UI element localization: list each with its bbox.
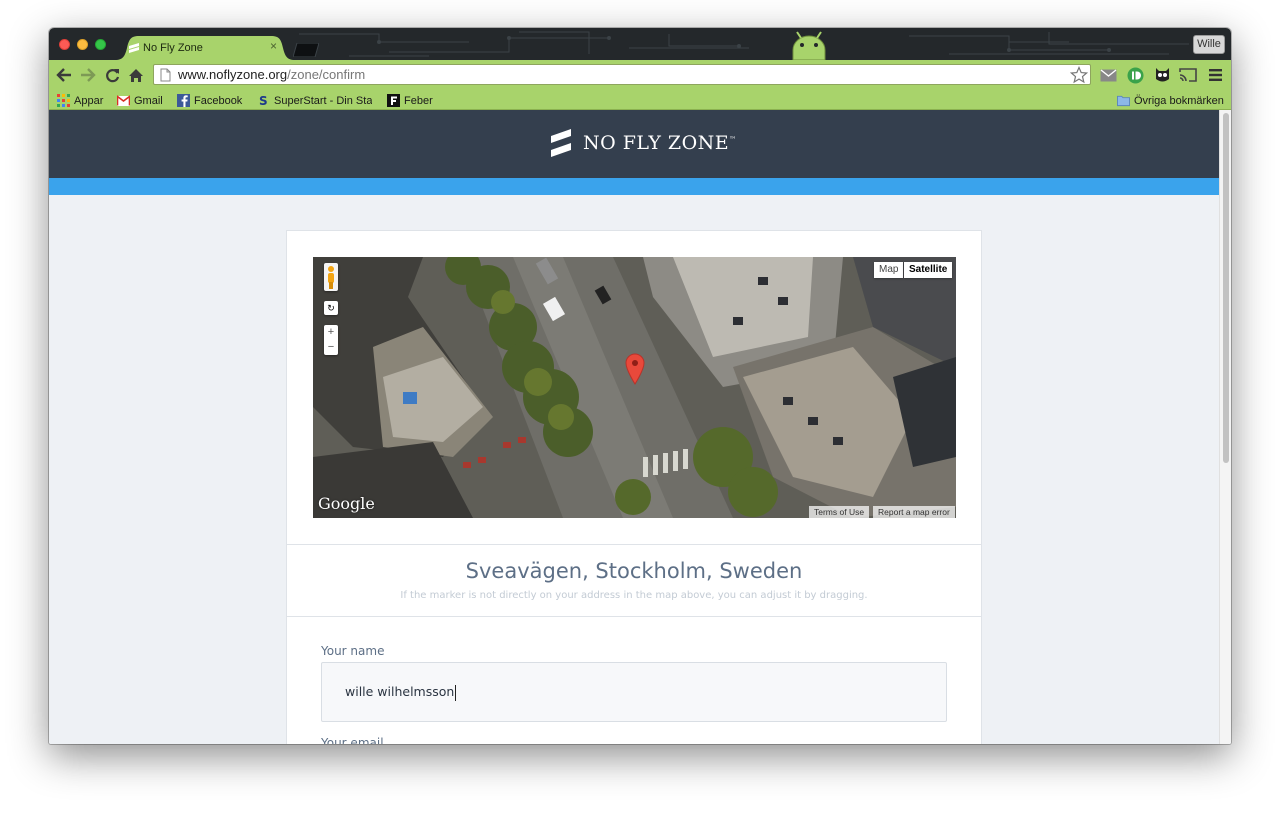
android-theme-icon: [792, 31, 826, 60]
tab-title: No Fly Zone: [143, 42, 203, 54]
bookmark-superstart[interactable]: S SuperStart - Din Sta: [257, 93, 372, 108]
superstart-icon: S: [259, 94, 268, 107]
map-type-map-button[interactable]: Map: [874, 262, 904, 278]
reload-button[interactable]: [102, 65, 122, 85]
name-label: Your name: [321, 644, 385, 658]
site-header: NO FLY ZONE™: [49, 110, 1219, 178]
tab-close-icon[interactable]: ×: [270, 39, 277, 53]
forward-button[interactable]: [78, 65, 98, 85]
satellite-map[interactable]: ↻ + − Map Satellite Google Terms of Use …: [313, 257, 956, 518]
maximize-window-button[interactable]: [95, 39, 106, 50]
address-bar[interactable]: www.noflyzone.org/zone/confirm: [153, 64, 1091, 85]
facebook-icon: [177, 94, 190, 107]
bookmark-star-icon[interactable]: [1070, 66, 1088, 84]
bookmark-label: SuperStart - Din Sta: [274, 94, 372, 107]
back-button[interactable]: [54, 65, 74, 85]
logo-text: NO FLY ZONE™: [583, 132, 737, 154]
location-marker-icon[interactable]: [625, 353, 645, 385]
svg-text:S: S: [259, 94, 268, 107]
url-host: www.noflyzone.org: [178, 67, 288, 82]
home-icon: [129, 68, 143, 82]
folder-icon: [1117, 95, 1130, 107]
browser-toolbar: www.noflyzone.org/zone/confirm: [49, 60, 1231, 90]
zoom-in-button[interactable]: +: [324, 325, 338, 340]
home-button[interactable]: [126, 65, 146, 85]
back-arrow-icon: [56, 68, 71, 82]
zoom-out-button[interactable]: −: [324, 340, 338, 355]
tab-no-fly-zone[interactable]: [115, 36, 295, 60]
trademark-symbol: ™: [729, 135, 737, 144]
logo-wordmark: NO FLY ZONE: [583, 132, 730, 154]
minimize-window-button[interactable]: [77, 39, 88, 50]
divider: [287, 616, 981, 617]
profile-button[interactable]: Wille: [1193, 35, 1225, 54]
satellite-imagery: [313, 257, 956, 518]
apps-grid-icon: [57, 94, 70, 107]
zoom-control: + −: [324, 325, 338, 355]
feber-icon: [387, 94, 400, 107]
bookmark-label: Feber: [404, 94, 433, 107]
bookmark-feber[interactable]: Feber: [387, 93, 433, 108]
location-address: Sveavägen, Stockholm, Sweden: [465, 559, 803, 583]
other-bookmarks-folder[interactable]: Övriga bokmärken: [1117, 93, 1224, 108]
forward-arrow-icon: [81, 68, 96, 82]
page-icon: [160, 68, 171, 82]
url-path: /zone/confirm: [287, 67, 366, 82]
page-viewport: NO FLY ZONE™ ↻ + − Map Satellite Google …: [49, 110, 1231, 744]
reload-icon: [105, 68, 119, 82]
accent-band: [49, 178, 1219, 195]
scrollbar-thumb[interactable]: [1223, 113, 1229, 463]
bookmark-appar[interactable]: Appar: [57, 93, 103, 108]
marker-hint: If the marker is not directly on your ad…: [400, 590, 868, 601]
terms-of-use-link[interactable]: Terms of Use: [809, 506, 870, 518]
browser-window: No Fly Zone × Wille www.noflyzone.org/zo…: [49, 28, 1231, 744]
close-window-button[interactable]: [59, 39, 70, 50]
bookmark-label: Facebook: [194, 94, 243, 107]
bookmarks-bar: Appar Gmail Facebook S SuperStart - Din …: [49, 90, 1231, 110]
bookmark-facebook[interactable]: Facebook: [177, 93, 242, 108]
url-text: www.noflyzone.org/zone/confirm: [178, 67, 365, 82]
pushbullet-extension-icon[interactable]: [1126, 66, 1144, 84]
page-scrollbar[interactable]: [1219, 110, 1231, 744]
name-input[interactable]: wille wilhelmsson: [321, 662, 947, 722]
bookmark-label: Gmail: [134, 94, 163, 107]
bookmark-gmail[interactable]: Gmail: [117, 93, 163, 108]
map-type-satellite-button[interactable]: Satellite: [904, 262, 953, 278]
gmail-icon: [117, 95, 130, 106]
rotate-map-icon[interactable]: ↻: [324, 301, 338, 315]
owl-extension-icon[interactable]: [1153, 66, 1171, 84]
no-fly-zone-logo-icon: [551, 129, 571, 157]
pegman-icon[interactable]: [324, 263, 338, 291]
cast-icon[interactable]: [1179, 66, 1197, 84]
email-label: Your email: [321, 736, 384, 744]
tab-strip: No Fly Zone × Wille: [49, 28, 1231, 60]
divider: [287, 544, 981, 545]
site-logo[interactable]: NO FLY ZONE™: [549, 128, 737, 158]
menu-icon[interactable]: [1206, 66, 1224, 84]
report-map-error-link[interactable]: Report a map error: [873, 506, 955, 518]
name-input-value: wille wilhelmsson: [345, 684, 455, 699]
text-caret: [455, 684, 457, 701]
google-attribution[interactable]: Google: [318, 494, 375, 513]
new-tab-button[interactable]: [293, 43, 319, 57]
tab-favicon-icon: [129, 43, 139, 53]
confirm-card: ↻ + − Map Satellite Google Terms of Use …: [286, 230, 982, 744]
mail-extension-icon[interactable]: [1099, 66, 1117, 84]
bookmark-label: Övriga bokmärken: [1134, 94, 1224, 107]
bookmark-label: Appar: [74, 94, 104, 107]
